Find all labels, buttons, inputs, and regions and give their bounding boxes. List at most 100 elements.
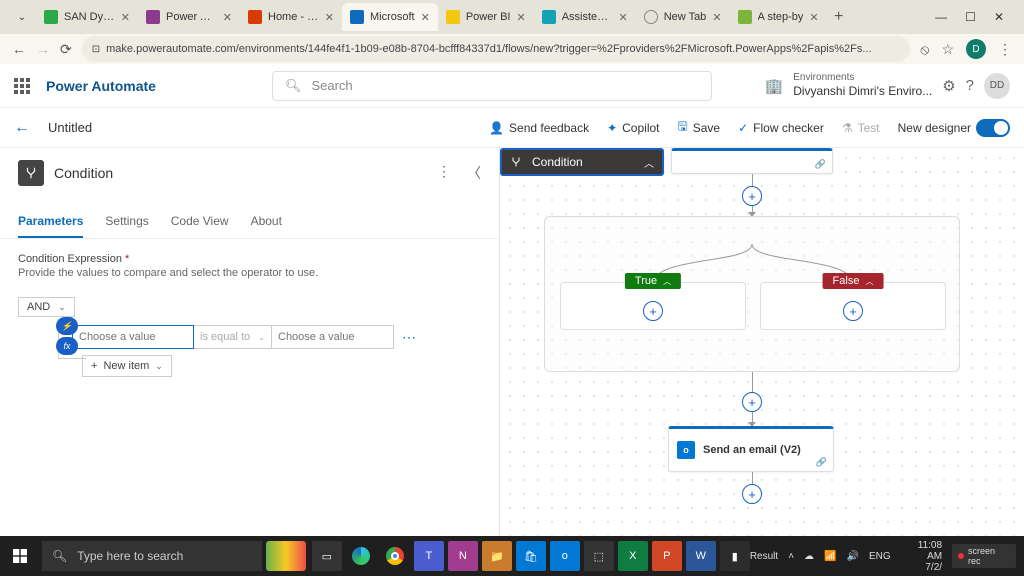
close-icon[interactable]: ✕ (712, 11, 721, 24)
site-info-icon[interactable]: ⊡ (92, 44, 100, 55)
chrome-icon[interactable] (380, 541, 410, 571)
new-item-button[interactable]: +New item⌄ (82, 355, 172, 377)
add-step-button[interactable]: + (742, 484, 762, 504)
tab-about[interactable]: About (251, 206, 282, 238)
task-view-icon[interactable]: ▭ (312, 541, 342, 571)
menu-icon[interactable]: ⋮ (998, 41, 1012, 58)
false-branch[interactable]: False︿ + (760, 282, 946, 330)
tab[interactable]: New Tab✕ (636, 3, 730, 31)
value-right-input[interactable] (272, 325, 394, 349)
and-operator[interactable]: AND⌄ (18, 297, 75, 317)
value-left-input[interactable] (72, 325, 194, 349)
blocked-icon[interactable]: ⦸ (920, 41, 929, 58)
email-card[interactable]: o Send an email (V2) 🔗 (668, 426, 834, 472)
environment-picker[interactable]: Environments Divyanshi Dimri's Enviro... (793, 72, 932, 99)
close-icon[interactable]: ✕ (809, 11, 818, 24)
terminal-icon[interactable]: ▮ (720, 541, 750, 571)
help-icon[interactable]: ? (966, 77, 974, 94)
new-tab-button[interactable]: + (827, 5, 851, 29)
tab[interactable]: A step-by✕ (730, 3, 827, 31)
screen-recorder[interactable]: screen rec (952, 544, 1016, 568)
row-more-icon[interactable]: ⋯ (402, 329, 416, 346)
clock[interactable]: 11:08 AM7/2/ (901, 540, 942, 573)
bookmark-icon[interactable]: ☆ (941, 41, 954, 58)
flow-checker-button[interactable]: ✓Flow checker (738, 121, 824, 135)
flow-title[interactable]: Untitled (48, 120, 92, 135)
trigger-card[interactable]: 🔗 (671, 148, 833, 174)
forward-icon: → (36, 41, 50, 57)
result-label[interactable]: Result (750, 551, 778, 562)
close-icon[interactable]: ✕ (121, 11, 130, 24)
environment-icon[interactable]: 🏢 (765, 77, 784, 95)
tab[interactable]: Power App✕ (138, 3, 240, 31)
app-icon[interactable]: ⬚ (584, 541, 614, 571)
copilot-button[interactable]: ✦Copilot (607, 121, 659, 135)
search-icon: 🔍︎ (285, 78, 302, 94)
tab-settings[interactable]: Settings (105, 206, 148, 238)
close-icon[interactable]: ✕ (325, 11, 334, 24)
fx-tokens[interactable]: ⚡fx (56, 317, 78, 355)
reload-icon[interactable]: ⟳ (60, 41, 72, 58)
search-input[interactable]: 🔍︎ Search (272, 71, 712, 101)
condition-panel: Condition ⋮ 〈 Parameters Settings Code V… (0, 148, 500, 536)
close-icon[interactable]: ✕ (618, 11, 627, 24)
user-avatar[interactable]: DD (984, 73, 1010, 99)
close-icon[interactable]: ✕ (223, 11, 232, 24)
tab-code-view[interactable]: Code View (171, 206, 229, 238)
maximize-icon[interactable]: ☐ (965, 10, 976, 24)
language-indicator[interactable]: ENG (869, 551, 891, 562)
address-bar[interactable]: ⊡ make.powerautomate.com/environments/14… (82, 36, 911, 62)
minimize-icon[interactable]: — (935, 10, 947, 24)
add-false-step-button[interactable]: + (843, 301, 863, 321)
close-icon[interactable]: ✕ (516, 11, 525, 24)
flow-canvas[interactable]: 🔗 + Condition ︿ True︿ + False︿ + + o Sen… (500, 148, 1024, 536)
onenote-icon[interactable]: N (448, 541, 478, 571)
outlook-icon: o (677, 441, 695, 459)
news-widget[interactable] (266, 541, 306, 571)
wifi-icon[interactable]: 📶 (824, 551, 836, 562)
expression-hint: Provide the values to compare and select… (18, 267, 481, 279)
save-button[interactable]: 🖫Save (678, 117, 721, 138)
teams-icon[interactable]: T (414, 541, 444, 571)
tab[interactable]: Assisted S✕ (534, 3, 636, 31)
close-icon[interactable]: ✕ (421, 11, 430, 24)
explorer-icon[interactable]: 📁 (482, 541, 512, 571)
brand[interactable]: Power Automate (46, 78, 156, 94)
chevron-up-icon[interactable]: ︿ (644, 155, 654, 170)
store-icon[interactable]: 🛍 (516, 541, 546, 571)
start-button[interactable] (0, 536, 40, 576)
collapse-icon[interactable]: 〈 (467, 163, 481, 183)
send-feedback-button[interactable]: 👤Send feedback (489, 121, 589, 135)
back-button[interactable]: ← (14, 119, 30, 137)
volume-icon[interactable]: 🔊 (846, 551, 858, 562)
outlook-icon[interactable]: o (550, 541, 580, 571)
powerpoint-icon[interactable]: P (652, 541, 682, 571)
back-icon[interactable]: ← (12, 41, 26, 57)
settings-icon[interactable]: ⚙ (942, 77, 955, 95)
true-branch[interactable]: True︿ + (560, 282, 746, 330)
tab-parameters[interactable]: Parameters (18, 206, 83, 238)
link-icon: 🔗 (816, 457, 827, 468)
taskbar[interactable]: 🔍︎Type here to search ▭ T N 📁 🛍 o ⬚ X P … (0, 536, 1024, 576)
condition-card[interactable]: Condition ︿ (500, 148, 664, 176)
add-step-button[interactable]: + (742, 392, 762, 412)
tab-active[interactable]: Microsoft✕ (342, 3, 438, 31)
add-step-button[interactable]: + (742, 186, 762, 206)
operator-select[interactable]: is equal to⌄ (194, 325, 272, 349)
word-icon[interactable]: W (686, 541, 716, 571)
close-window-icon[interactable]: ✕ (994, 10, 1004, 24)
tray-chevron-icon[interactable]: ˄ (788, 551, 794, 562)
onedrive-icon[interactable]: ☁ (804, 551, 814, 562)
profile-avatar[interactable]: D (966, 39, 986, 59)
app-launcher-icon[interactable] (14, 78, 30, 94)
taskbar-search[interactable]: 🔍︎Type here to search (42, 541, 262, 571)
search-icon: 🔍︎ (52, 549, 67, 563)
new-designer-toggle[interactable]: New designer (898, 119, 1010, 137)
add-true-step-button[interactable]: + (643, 301, 663, 321)
excel-icon[interactable]: X (618, 541, 648, 571)
more-icon[interactable]: ⋮ (437, 163, 451, 183)
edge-icon[interactable] (346, 541, 376, 571)
tab[interactable]: SAN Dyna✕ (36, 3, 138, 31)
tab[interactable]: Power BI✕ (438, 3, 534, 31)
tab[interactable]: Home - Po✕ (240, 3, 342, 31)
